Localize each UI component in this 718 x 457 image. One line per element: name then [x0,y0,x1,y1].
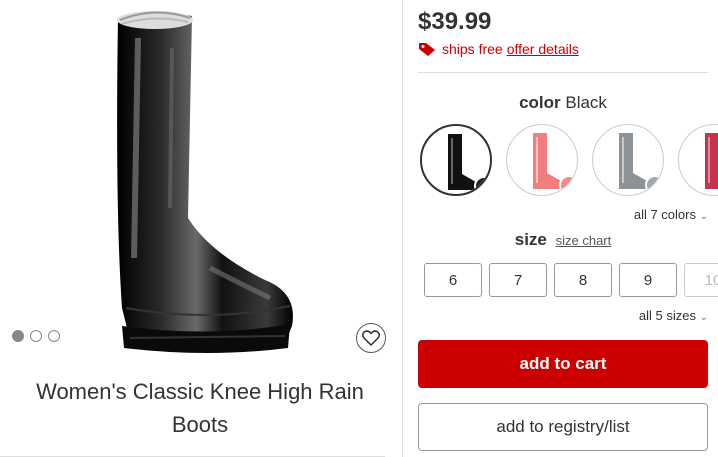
color-chip [645,175,663,195]
checkmark-icon [479,182,489,191]
add-to-registry-button[interactable]: add to registry/list [418,403,708,451]
carousel-dot[interactable] [30,330,42,342]
price: $39.99 [418,8,492,35]
all-colors-toggle[interactable]: all 7 colors ⌄ [634,207,708,222]
column-divider [402,0,403,457]
size-option[interactable]: 8 [554,263,612,297]
size-option[interactable]: 9 [619,263,677,297]
all-colors-label: all 7 colors [633,207,696,222]
swatch-berry[interactable] [678,124,718,196]
shipping-info: ships free offer details [418,41,579,57]
black-rain-boot-image [117,11,293,353]
size-option[interactable]: 6 [424,263,482,297]
all-sizes-label: all 5 sizes [638,308,696,323]
size-label: size [514,230,547,249]
size-option[interactable]: 7 [489,263,547,297]
offer-details-link[interactable]: offer details [507,41,579,57]
chevron-down-icon: ⌄ [699,211,708,222]
carousel-dots [12,330,60,342]
heart-icon [362,330,380,346]
swatch-coral[interactable] [506,124,578,196]
swatch-black[interactable] [420,124,492,196]
carousel-dot[interactable] [48,330,60,342]
color-swatches [420,124,718,200]
add-to-cart-button[interactable]: add to cart [418,340,708,388]
purchase-panel: $39.99 ships free offer details color Bl… [418,0,718,457]
chevron-down-icon: ⌄ [699,312,708,323]
all-sizes-toggle[interactable]: all 5 sizes ⌄ [639,308,708,323]
size-heading: size size chart [418,230,708,250]
color-heading: color Black [418,93,708,113]
ships-free-text: ships free [442,41,503,57]
color-chip [559,175,577,195]
size-option[interactable]: 10 [684,263,718,297]
product-title: Women's Classic Knee High Rain Boots [36,379,364,437]
swatch-gray[interactable] [592,124,664,196]
color-label: color [519,93,561,112]
selected-color: Black [565,93,607,112]
carousel-dot[interactable] [12,330,24,342]
product-gallery: Women's Classic Knee High Rain Boots [0,0,400,457]
size-chart-link[interactable]: size chart [556,233,612,248]
boot-thumbnail-icon [705,133,718,189]
size-options: 6 7 8 9 10 [424,263,718,299]
favorite-button[interactable] [356,323,386,353]
price-tag-icon [419,43,435,56]
divider [418,72,708,73]
